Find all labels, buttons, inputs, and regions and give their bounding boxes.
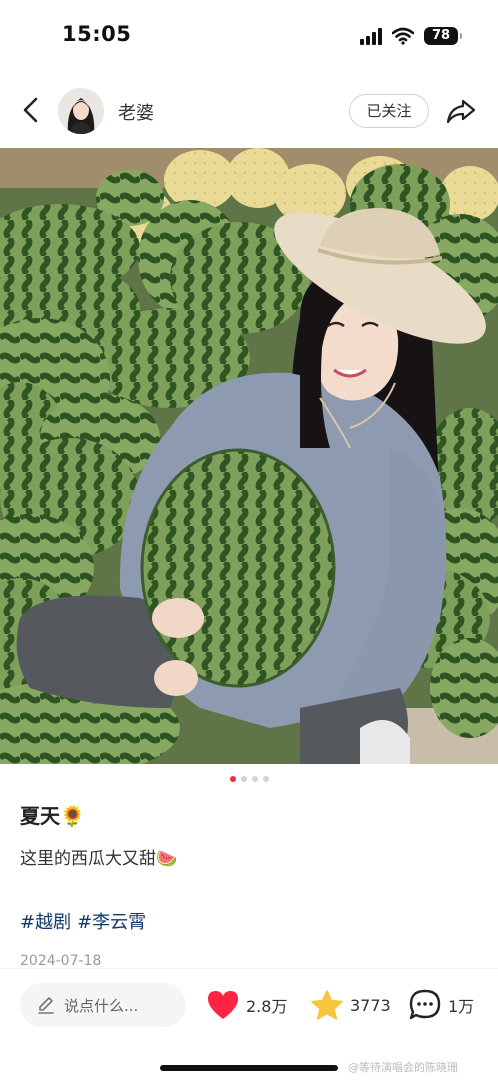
star-icon: [311, 990, 343, 1020]
status-bar: 15:05 78: [0, 0, 498, 74]
tag-link[interactable]: #李云霄: [77, 908, 146, 934]
share-icon[interactable]: [444, 94, 478, 128]
post-body: 这里的西瓜大又甜🍉: [20, 849, 178, 869]
bottom-action-bar: 说点什么... 2.8万 3773 1万 @等待演唱会的陈晓珊: [0, 968, 498, 1080]
wifi-icon: [392, 27, 414, 45]
comment-bubble-icon: [409, 989, 441, 1020]
carousel-dots: [0, 776, 498, 784]
follow-button[interactable]: 已关注: [349, 94, 429, 128]
carousel-dot[interactable]: [262, 776, 269, 782]
signal-icon: [360, 27, 382, 45]
post-tags: #越剧 #李云霄: [20, 908, 146, 934]
post-title: 夏天🌻: [20, 804, 85, 828]
heart-icon: [208, 991, 238, 1019]
like-button[interactable]: 2.8万: [206, 987, 287, 1023]
author-avatar[interactable]: [58, 88, 104, 134]
carousel-dot[interactable]: [240, 776, 247, 782]
pencil-icon: [38, 997, 54, 1014]
watermark: @等待演唱会的陈晓珊: [348, 1061, 458, 1074]
comment-input[interactable]: 说点什么...: [20, 983, 186, 1027]
like-count: 2.8万: [246, 997, 288, 1016]
home-indicator[interactable]: [160, 1065, 338, 1071]
carousel-dot-active[interactable]: [229, 776, 236, 782]
carousel-dot[interactable]: [251, 776, 258, 782]
comment-count: 1万: [448, 997, 475, 1016]
post-header: 老婆 已关注: [0, 74, 498, 148]
tag-link[interactable]: #越剧: [20, 908, 71, 934]
back-arrow-icon[interactable]: [16, 94, 48, 126]
favorite-button[interactable]: 3773: [310, 987, 391, 1023]
status-icons: 78: [360, 26, 462, 46]
author-name[interactable]: 老婆: [118, 99, 154, 125]
comment-button[interactable]: 1万: [408, 987, 474, 1023]
comment-placeholder: 说点什么...: [64, 996, 139, 1015]
post-image[interactable]: [0, 148, 498, 764]
favorite-count: 3773: [350, 995, 391, 1015]
post-date: 2024-07-18: [20, 953, 102, 969]
battery-indicator: 78: [424, 27, 462, 45]
status-time: 15:05: [62, 22, 132, 46]
